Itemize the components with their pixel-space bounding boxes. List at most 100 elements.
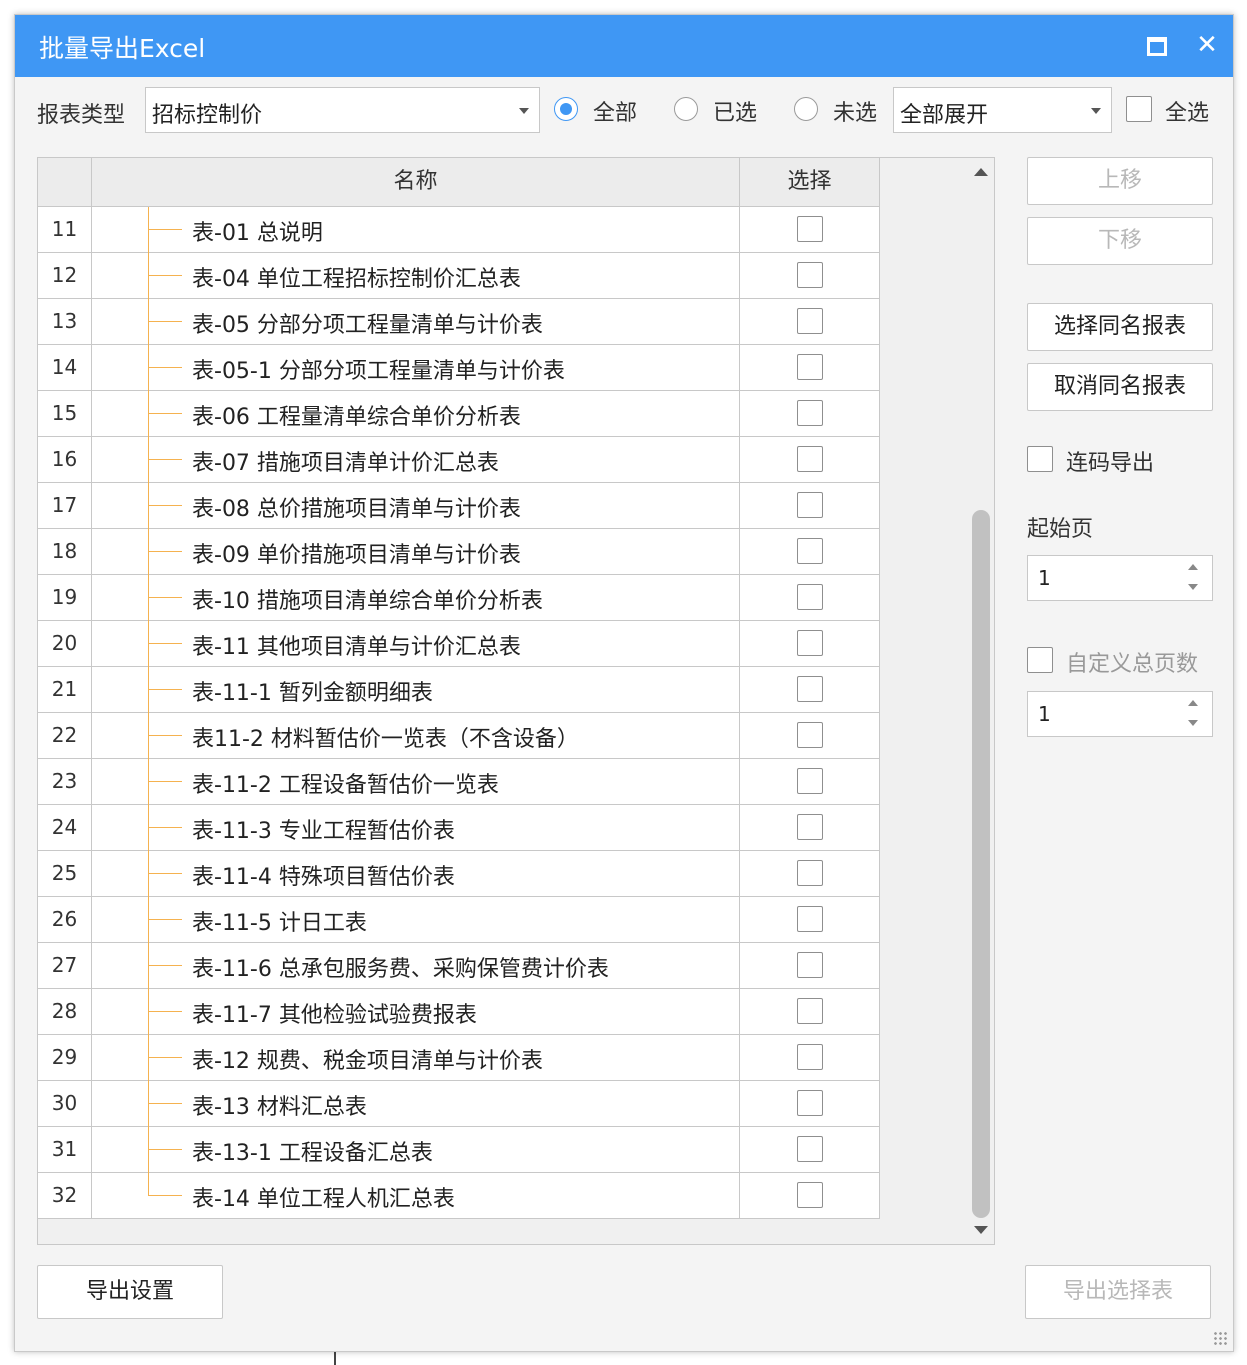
- row-name-cell[interactable]: 表-01 总说明: [92, 207, 740, 253]
- row-select-checkbox[interactable]: [797, 952, 823, 978]
- row-name-cell[interactable]: 表-11 其他项目清单与计价汇总表: [92, 621, 740, 667]
- spin-up-icon[interactable]: [1188, 564, 1198, 570]
- row-select-checkbox[interactable]: [797, 216, 823, 242]
- spin-down-icon[interactable]: [1188, 720, 1198, 726]
- row-select-checkbox[interactable]: [797, 354, 823, 380]
- row-name-cell[interactable]: 表-09 单价措施项目清单与计价表: [92, 529, 740, 575]
- row-select-checkbox[interactable]: [797, 860, 823, 886]
- expand-select[interactable]: 全部展开: [893, 87, 1112, 133]
- table-row[interactable]: 13 表-05 分部分项工程量清单与计价表: [38, 299, 880, 345]
- row-select-checkbox[interactable]: [797, 676, 823, 702]
- table-row[interactable]: 14 表-05-1 分部分项工程量清单与计价表: [38, 345, 880, 391]
- row-name-cell[interactable]: 表-08 总价措施项目清单与计价表: [92, 483, 740, 529]
- row-select-checkbox[interactable]: [797, 446, 823, 472]
- scroll-thumb[interactable]: [972, 510, 990, 1218]
- table-row[interactable]: 24 表-11-3 专业工程暂估价表: [38, 805, 880, 851]
- table-row[interactable]: 22 表11-2 材料暂估价一览表（不含设备）: [38, 713, 880, 759]
- custom-total-pages-label[interactable]: 自定义总页数: [1066, 646, 1198, 678]
- row-name-cell[interactable]: 表-12 规费、税金项目清单与计价表: [92, 1035, 740, 1081]
- row-name-cell[interactable]: 表-14 单位工程人机汇总表: [92, 1173, 740, 1218]
- spin-up-icon[interactable]: [1188, 700, 1198, 706]
- custom-total-pages-checkbox[interactable]: [1027, 647, 1053, 673]
- export-selected-button[interactable]: 导出选择表: [1025, 1265, 1211, 1319]
- table-row[interactable]: 11 表-01 总说明: [38, 207, 880, 253]
- row-select-checkbox[interactable]: [797, 1182, 823, 1208]
- radio-all[interactable]: [554, 97, 578, 121]
- row-name-cell[interactable]: 表-06 工程量清单综合单价分析表: [92, 391, 740, 437]
- row-select-checkbox[interactable]: [797, 906, 823, 932]
- move-down-button[interactable]: 下移: [1027, 217, 1213, 265]
- row-select-checkbox[interactable]: [797, 814, 823, 840]
- row-name-cell[interactable]: 表-11-7 其他检验试验费报表: [92, 989, 740, 1035]
- row-select-checkbox[interactable]: [797, 1136, 823, 1162]
- table-row[interactable]: 26 表-11-5 计日工表: [38, 897, 880, 943]
- start-page-spinner[interactable]: 1: [1027, 555, 1213, 601]
- scroll-up-icon[interactable]: [974, 168, 988, 176]
- radio-selected-label[interactable]: 已选: [713, 95, 757, 127]
- table-row[interactable]: 31 表-13-1 工程设备汇总表: [38, 1127, 880, 1173]
- resize-grip-icon[interactable]: [1213, 1331, 1227, 1345]
- report-type-select[interactable]: 招标控制价: [145, 87, 540, 133]
- table-row[interactable]: 27 表-11-6 总承包服务费、采购保管费计价表: [38, 943, 880, 989]
- row-name-cell[interactable]: 表-13 材料汇总表: [92, 1081, 740, 1127]
- continuous-export-checkbox[interactable]: [1027, 446, 1053, 472]
- spin-down-icon[interactable]: [1188, 584, 1198, 590]
- row-name-cell[interactable]: 表-05 分部分项工程量清单与计价表: [92, 299, 740, 345]
- maximize-button[interactable]: [1139, 29, 1171, 61]
- row-name-cell[interactable]: 表-11-1 暂列金额明细表: [92, 667, 740, 713]
- table-row[interactable]: 30 表-13 材料汇总表: [38, 1081, 880, 1127]
- table-row[interactable]: 16 表-07 措施项目清单计价汇总表: [38, 437, 880, 483]
- move-up-button[interactable]: 上移: [1027, 157, 1213, 205]
- row-select-checkbox[interactable]: [797, 630, 823, 656]
- radio-unselected[interactable]: [794, 97, 818, 121]
- table-row[interactable]: 17 表-08 总价措施项目清单与计价表: [38, 483, 880, 529]
- row-select-checkbox[interactable]: [797, 584, 823, 610]
- row-select-checkbox[interactable]: [797, 1090, 823, 1116]
- row-select-checkbox[interactable]: [797, 1044, 823, 1070]
- title-bar[interactable]: 批量导出Excel ✕: [15, 15, 1233, 77]
- vertical-scrollbar[interactable]: [968, 158, 994, 1244]
- continuous-export-label[interactable]: 连码导出: [1066, 445, 1154, 477]
- row-name-cell[interactable]: 表-05-1 分部分项工程量清单与计价表: [92, 345, 740, 391]
- table-row[interactable]: 23 表-11-2 工程设备暂估价一览表: [38, 759, 880, 805]
- scroll-down-icon[interactable]: [974, 1226, 988, 1234]
- table-row[interactable]: 12 表-04 单位工程招标控制价汇总表: [38, 253, 880, 299]
- select-all-checkbox[interactable]: [1126, 96, 1152, 122]
- table-row[interactable]: 19 表-10 措施项目清单综合单价分析表: [38, 575, 880, 621]
- table-row[interactable]: 29 表-12 规费、税金项目清单与计价表: [38, 1035, 880, 1081]
- select-same-name-button[interactable]: 选择同名报表: [1027, 303, 1213, 351]
- radio-all-label[interactable]: 全部: [593, 95, 637, 127]
- select-all-label[interactable]: 全选: [1165, 95, 1209, 127]
- row-name-cell[interactable]: 表-11-4 特殊项目暂估价表: [92, 851, 740, 897]
- table-row[interactable]: 21 表-11-1 暂列金额明细表: [38, 667, 880, 713]
- custom-total-pages-spinner[interactable]: 1: [1027, 691, 1213, 737]
- radio-unselected-label[interactable]: 未选: [833, 95, 877, 127]
- row-select-checkbox[interactable]: [797, 538, 823, 564]
- table-row[interactable]: 28 表-11-7 其他检验试验费报表: [38, 989, 880, 1035]
- table-row[interactable]: 20 表-11 其他项目清单与计价汇总表: [38, 621, 880, 667]
- row-select-checkbox[interactable]: [797, 262, 823, 288]
- table-row[interactable]: 15 表-06 工程量清单综合单价分析表: [38, 391, 880, 437]
- cancel-same-name-button[interactable]: 取消同名报表: [1027, 363, 1213, 411]
- row-name-cell[interactable]: 表-07 措施项目清单计价汇总表: [92, 437, 740, 483]
- row-select-checkbox[interactable]: [797, 768, 823, 794]
- close-button[interactable]: ✕: [1191, 29, 1223, 61]
- table-row[interactable]: 18 表-09 单价措施项目清单与计价表: [38, 529, 880, 575]
- row-select-checkbox[interactable]: [797, 308, 823, 334]
- row-name-cell[interactable]: 表-11-5 计日工表: [92, 897, 740, 943]
- row-select-checkbox[interactable]: [797, 400, 823, 426]
- row-name-cell[interactable]: 表-04 单位工程招标控制价汇总表: [92, 253, 740, 299]
- row-name-cell[interactable]: 表11-2 材料暂估价一览表（不含设备）: [92, 713, 740, 759]
- row-name-cell[interactable]: 表-10 措施项目清单综合单价分析表: [92, 575, 740, 621]
- row-name-cell[interactable]: 表-11-3 专业工程暂估价表: [92, 805, 740, 851]
- row-select-checkbox[interactable]: [797, 998, 823, 1024]
- export-settings-button[interactable]: 导出设置: [37, 1265, 223, 1319]
- table-row[interactable]: 25 表-11-4 特殊项目暂估价表: [38, 851, 880, 897]
- row-name-cell[interactable]: 表-11-2 工程设备暂估价一览表: [92, 759, 740, 805]
- row-select-checkbox[interactable]: [797, 492, 823, 518]
- table-row[interactable]: 32 表-14 单位工程人机汇总表: [38, 1173, 880, 1219]
- row-select-checkbox[interactable]: [797, 722, 823, 748]
- row-name-cell[interactable]: 表-11-6 总承包服务费、采购保管费计价表: [92, 943, 740, 989]
- radio-selected[interactable]: [674, 97, 698, 121]
- row-name-cell[interactable]: 表-13-1 工程设备汇总表: [92, 1127, 740, 1173]
